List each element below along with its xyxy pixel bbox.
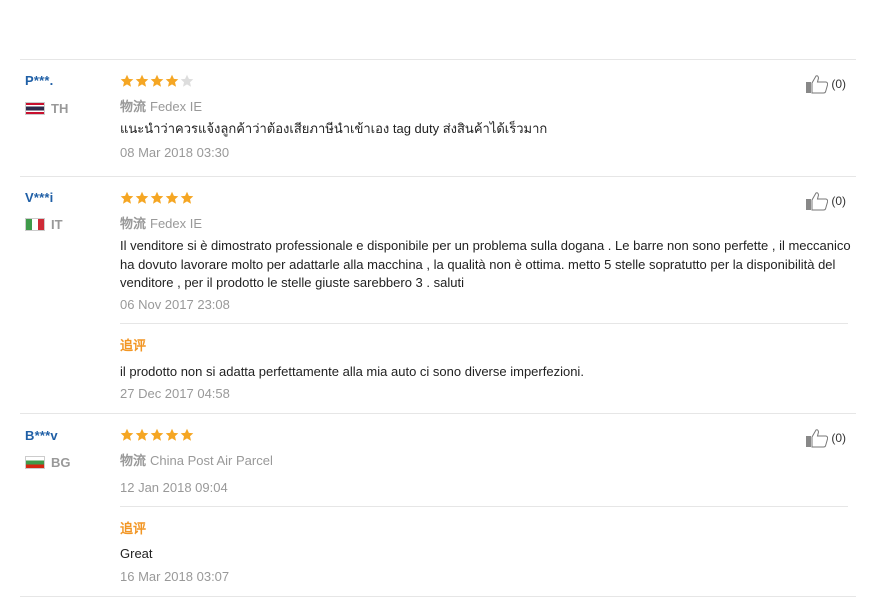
reviewer-country: IT — [25, 217, 63, 232]
logistics-label: 物流 — [120, 216, 147, 231]
logistics-label: 物流 — [120, 453, 147, 468]
star-filled-icon — [120, 428, 134, 441]
star-filled-icon — [180, 191, 194, 204]
followup-divider — [120, 323, 848, 324]
star-filled-icon — [165, 428, 179, 441]
followup-text: Great — [120, 546, 153, 561]
thumbs-up-icon — [806, 192, 829, 211]
star-filled-icon — [165, 74, 179, 87]
reviewer-country: TH — [25, 101, 68, 116]
star-filled-icon — [165, 191, 179, 204]
followup-label: 追评 — [120, 338, 147, 353]
star-rating — [120, 191, 194, 205]
review-text: Il venditore si è dimostrato professiona… — [120, 238, 851, 290]
star-rating — [120, 74, 194, 88]
shipping-info: 物流 China Post Air Parcel — [120, 450, 273, 469]
review-divider — [20, 596, 856, 597]
review-divider — [20, 413, 856, 414]
star-filled-icon — [120, 74, 134, 87]
helpful-count: (0) — [831, 194, 846, 208]
helpful-button[interactable]: (0) — [805, 191, 846, 211]
followup-date: 16 Mar 2018 03:07 — [120, 569, 230, 584]
flag-bulgaria-icon — [25, 456, 45, 469]
star-rating — [120, 428, 194, 442]
review-date: 06 Nov 2017 23:08 — [120, 297, 230, 312]
shipping-method: Fedex IE — [150, 216, 203, 231]
reviewer-country: BG — [25, 455, 71, 470]
review-date: 12 Jan 2018 09:04 — [120, 480, 228, 495]
flag-italy-icon — [25, 218, 45, 231]
logistics-label: 物流 — [120, 99, 147, 114]
helpful-count: (0) — [831, 77, 846, 91]
star-filled-icon — [180, 428, 194, 441]
flag-thailand-icon — [25, 102, 45, 115]
top-divider — [20, 59, 856, 60]
shipping-info: 物流 Fedex IE — [120, 213, 202, 232]
shipping-method: China Post Air Parcel — [150, 453, 273, 468]
helpful-count: (0) — [831, 431, 846, 445]
country-code: BG — [51, 455, 71, 470]
star-filled-icon — [135, 191, 149, 204]
shipping-info: 物流 Fedex IE — [120, 96, 202, 115]
star-empty-icon — [180, 74, 194, 87]
shipping-method: Fedex IE — [150, 99, 203, 114]
reviewer-name: P***. — [25, 73, 54, 88]
followup-divider — [120, 506, 848, 507]
followup-text: il prodotto non si adatta perfettamente … — [120, 364, 584, 379]
thumbs-up-icon — [806, 75, 829, 94]
review-divider — [20, 176, 856, 177]
star-filled-icon — [120, 191, 134, 204]
helpful-button[interactable]: (0) — [805, 74, 846, 94]
followup-label: 追评 — [120, 521, 147, 536]
star-filled-icon — [150, 191, 164, 204]
helpful-button[interactable]: (0) — [805, 428, 846, 448]
star-filled-icon — [135, 428, 149, 441]
thumbs-up-icon — [806, 429, 829, 448]
followup-date: 27 Dec 2017 04:58 — [120, 386, 230, 401]
star-filled-icon — [150, 74, 164, 87]
country-code: IT — [51, 217, 63, 232]
review-text: แนะนำว่าควรแจ้งลูกค้าว่าต้องเสียภาษีนำเข… — [120, 121, 548, 136]
country-code: TH — [51, 101, 69, 116]
star-filled-icon — [135, 74, 149, 87]
star-filled-icon — [150, 428, 164, 441]
reviewer-name: B***v — [25, 428, 58, 443]
reviewer-name: V***i — [25, 190, 54, 205]
review-date: 08 Mar 2018 03:30 — [120, 145, 230, 160]
